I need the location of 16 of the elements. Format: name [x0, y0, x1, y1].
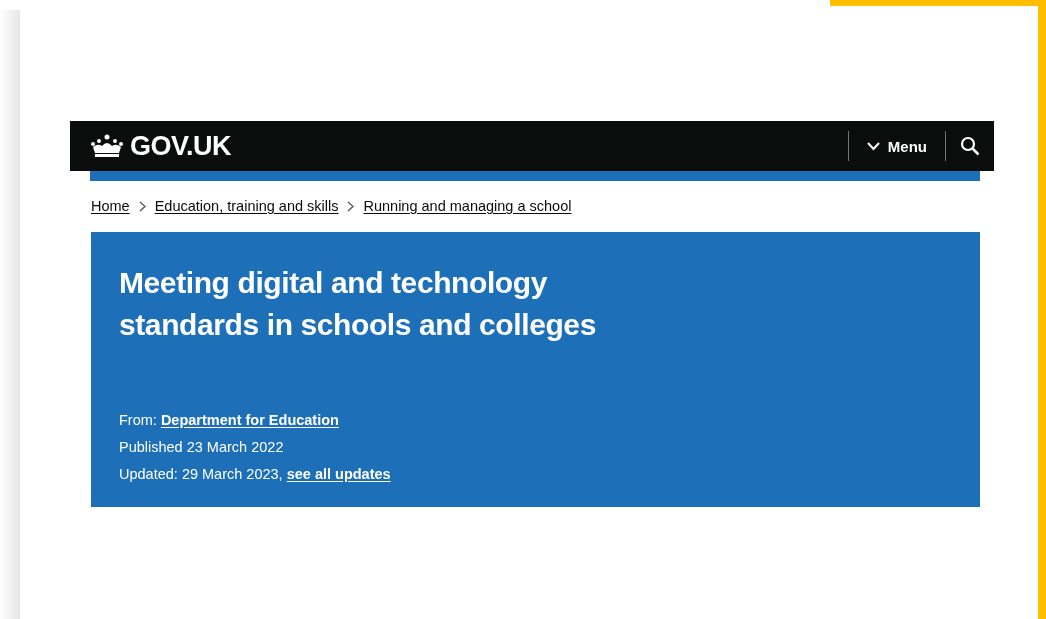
- breadcrumb-link[interactable]: Education, training and skills: [154, 198, 339, 214]
- organisation-link[interactable]: Department for Education: [160, 412, 339, 428]
- chevron-right-icon: [347, 200, 355, 212]
- breadcrumb-link[interactable]: Home: [91, 198, 130, 214]
- search-icon: [960, 136, 980, 156]
- crown-icon: [90, 134, 124, 158]
- from-label: From:: [119, 412, 157, 428]
- menu-button[interactable]: Menu: [848, 137, 945, 155]
- updated-date: Updated: 29 March 2023,: [119, 466, 283, 482]
- site-logo[interactable]: GOV.UK: [130, 130, 232, 162]
- page-title: Meeting digital and technology standards in schools and colleges: [119, 265, 597, 343]
- published-date: Published 23 March 2022: [119, 439, 284, 455]
- chevron-right-icon: [138, 200, 146, 212]
- updates-link[interactable]: see all updates: [286, 466, 391, 482]
- breadcrumb-link[interactable]: Running and managing a school: [363, 198, 572, 214]
- chevron-icon: [866, 141, 880, 151]
